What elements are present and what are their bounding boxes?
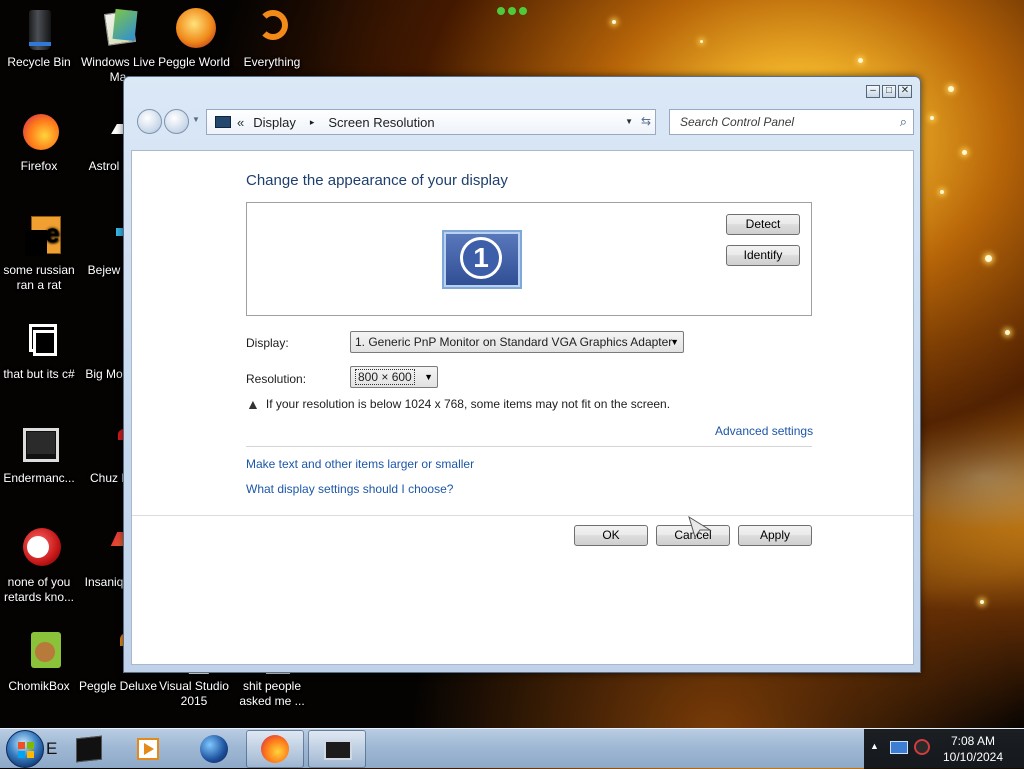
desktop-icon-label: Peggle World — [158, 55, 230, 69]
monitor-1-icon[interactable]: 1 — [442, 230, 522, 289]
start-button[interactable] — [6, 730, 44, 768]
ok-button[interactable]: OK — [574, 525, 648, 546]
cmd-icon — [76, 735, 102, 763]
top-green-indicator — [497, 5, 527, 15]
footer-divider — [132, 515, 913, 516]
resolution-select[interactable]: 800 × 600 ▼ — [350, 366, 438, 388]
identify-button[interactable]: Identify — [726, 245, 800, 266]
recent-pages-dropdown-icon[interactable]: ▼ — [192, 115, 200, 124]
display-select[interactable]: 1. Generic PnP Monitor on Standard VGA G… — [350, 331, 684, 353]
desktop-icon-label: ChomikBox — [8, 679, 70, 693]
clock[interactable]: 7:08 AM 10/10/2024 — [940, 733, 1006, 765]
shortcut-icon — [17, 320, 61, 364]
desktop-icon-label: Endermanc... — [3, 471, 75, 485]
breadcrumb-screen-resolution[interactable]: Screen Resolution — [328, 115, 434, 130]
chevron-down-icon: ▼ — [670, 337, 679, 347]
content-pane: Change the appearance of your display 1 … — [131, 150, 914, 665]
screen-resolution-window: ‒ □ ✕ ▼ « Display ▸ Screen Resolution ▼ … — [123, 76, 921, 673]
control-panel-icon — [215, 116, 231, 128]
display-settings-icon — [324, 740, 352, 760]
detect-button[interactable]: Detect — [726, 214, 800, 235]
display-preview: 1 Detect Identify — [246, 202, 812, 316]
desktop-icon-none-of-you[interactable]: none of you retards kno... — [0, 528, 79, 605]
close-button[interactable]: ✕ — [898, 85, 912, 98]
mouse-cursor-icon — [688, 516, 712, 538]
monitor-icon — [17, 424, 61, 468]
desktop-icon-endermanch[interactable]: Endermanc... — [0, 424, 79, 486]
search-input[interactable]: Search Control Panel — [680, 115, 900, 129]
search-icon[interactable]: ⌕ — [900, 114, 907, 130]
taskbar-item-display-settings[interactable] — [308, 730, 366, 768]
globe-icon — [200, 735, 228, 763]
peggle-icon — [172, 8, 216, 52]
taskbar: E ▲ 7:08 AM 10/10/2024 — [0, 728, 1024, 769]
desktop-icon-peggle-world[interactable]: Peggle World — [154, 8, 234, 70]
resolution-select-value: 800 × 600 — [355, 369, 415, 385]
apply-button[interactable]: Apply — [738, 525, 812, 546]
network-icon[interactable] — [890, 741, 908, 754]
desktop-icon-label: Everything — [243, 55, 301, 69]
windows-live-icon — [96, 8, 140, 52]
display-label: Display: — [246, 336, 289, 350]
advanced-settings-link[interactable]: Advanced settings — [715, 424, 813, 438]
clock-time: 7:08 AM — [950, 734, 996, 748]
desktop-icon-label: that but its c# — [3, 367, 75, 381]
taskbar-item-globe[interactable] — [184, 730, 242, 768]
chevron-down-icon: ▼ — [424, 372, 433, 382]
chomikbox-icon — [17, 632, 61, 676]
desktop-icon-that-but-its-c[interactable]: that but its c# — [0, 320, 79, 382]
start-label: E — [46, 739, 58, 758]
firefox-icon — [261, 735, 289, 763]
desktop-icon-label: some russian ran a rat — [3, 263, 75, 292]
app-icon — [17, 528, 61, 572]
page-title: Change the appearance of your display — [246, 172, 508, 189]
warning-text: If your resolution is below 1024 x 768, … — [265, 397, 671, 411]
everything-search-icon — [250, 8, 294, 52]
divider — [246, 446, 812, 447]
display-select-value: 1. Generic PnP Monitor on Standard VGA G… — [355, 335, 673, 349]
breadcrumb-separator[interactable]: ▸ — [310, 117, 315, 128]
taskbar-item-cmd[interactable] — [60, 730, 118, 768]
desktop-icon-windows-live[interactable]: Windows Live Ma — [78, 8, 158, 85]
desktop-icon-label: Firefox — [20, 159, 58, 173]
desktop-icon-chomikbox[interactable]: ChomikBox — [0, 632, 79, 694]
search-box[interactable]: Search Control Panel ⌕ — [669, 109, 914, 135]
warning-icon: ▲ — [246, 396, 260, 412]
address-dropdown-icon[interactable]: ▼ — [625, 117, 633, 126]
recycle-bin-icon — [17, 8, 61, 52]
minimize-button[interactable]: ‒ — [866, 85, 880, 98]
window-caption-buttons: ‒ □ ✕ — [866, 85, 912, 98]
desktop-icon-label: Recycle Bin — [7, 55, 71, 69]
file-icon: e — [17, 216, 61, 260]
desktop-icon-label: Peggle Deluxe — [78, 679, 158, 693]
desktop-icon-label: Visual Studio 2015 — [159, 679, 229, 708]
resolution-label: Resolution: — [246, 372, 307, 386]
refresh-icon[interactable]: ⇆ — [641, 114, 651, 128]
forward-button[interactable] — [164, 109, 189, 134]
desktop-icon-label: none of you retards kno... — [3, 575, 75, 604]
desktop-icon-recycle-bin[interactable]: Recycle Bin — [0, 8, 79, 70]
desktop-icon-firefox[interactable]: Firefox — [0, 112, 79, 174]
address-bar[interactable]: « Display ▸ Screen Resolution ▼ ⇆ — [206, 109, 656, 135]
clock-date: 10/10/2024 — [942, 750, 1004, 764]
larger-text-link[interactable]: Make text and other items larger or smal… — [246, 457, 474, 471]
desktop-icon-label: shit people asked me ... — [239, 679, 305, 708]
warning-row: ▲ If your resolution is below 1024 x 768… — [246, 396, 670, 412]
firefox-icon — [17, 112, 61, 156]
taskbar-item-firefox[interactable] — [246, 730, 304, 768]
taskbar-item-media-player[interactable] — [120, 730, 178, 768]
windows-logo-icon — [18, 742, 34, 758]
display-settings-help-link[interactable]: What display settings should I choose? — [246, 482, 453, 496]
volume-icon[interactable] — [914, 739, 930, 755]
breadcrumb-display[interactable]: Display — [253, 115, 296, 130]
address-bar-row: ▼ « Display ▸ Screen Resolution ▼ ⇆ Sear… — [136, 107, 914, 135]
maximize-button[interactable]: □ — [882, 85, 896, 98]
show-hidden-icons-icon[interactable]: ▲ — [870, 741, 879, 751]
desktop-icon-everything[interactable]: Everything — [232, 8, 312, 70]
back-button[interactable] — [137, 109, 162, 134]
monitor-number: 1 — [460, 237, 502, 279]
breadcrumb-chevrons[interactable]: « — [237, 115, 244, 130]
desktop-icon-some-russian[interactable]: e some russian ran a rat — [0, 216, 79, 293]
